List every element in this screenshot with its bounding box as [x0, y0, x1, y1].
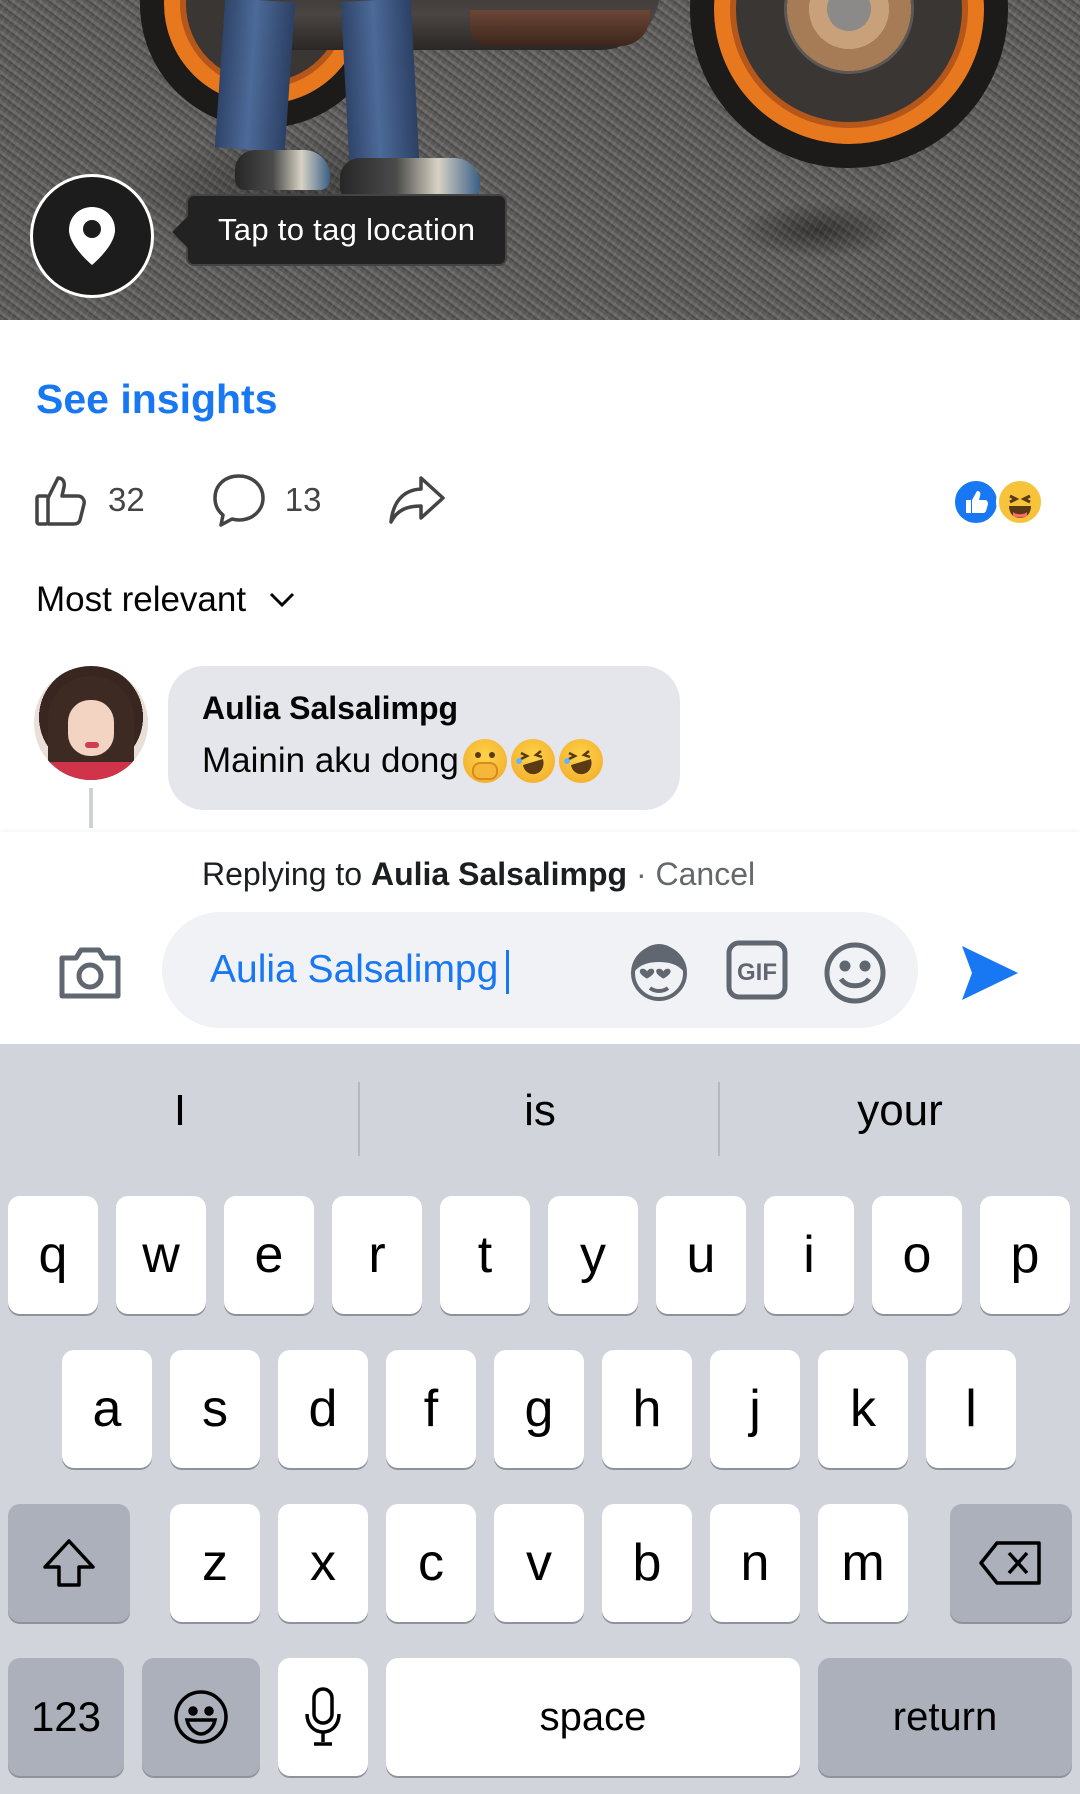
motorcycle-exhaust [470, 10, 650, 46]
comment-input[interactable]: Aulia Salsalimpg GIF [162, 912, 918, 1028]
shift-arrow-icon [43, 1539, 95, 1587]
backspace-icon [979, 1541, 1041, 1585]
replying-to-bar: Replying to Aulia Salsalimpg · Cancel [202, 856, 755, 893]
comment-sort-dropdown[interactable]: Most relevant [36, 580, 296, 620]
likes-count: 32 [108, 481, 145, 518]
sort-label: Most relevant [36, 580, 247, 619]
suggestion-2[interactable]: is [360, 1086, 720, 1136]
see-insights-link[interactable]: See insights [36, 376, 278, 423]
key-h[interactable]: h [602, 1350, 692, 1468]
location-pin-icon [69, 207, 115, 265]
comment-bubble[interactable]: Aulia Salsalimpg Mainin aku dong [168, 666, 680, 810]
send-icon [962, 946, 1018, 1000]
comment-icon [212, 474, 265, 527]
tag-location-button[interactable] [30, 174, 154, 298]
dictation-key[interactable] [278, 1658, 368, 1776]
suggestion-3[interactable]: your [720, 1086, 1080, 1136]
key-i[interactable]: i [764, 1196, 854, 1314]
share-button[interactable] [387, 472, 447, 528]
return-key[interactable]: return [818, 1658, 1072, 1776]
tag-location-tooltip[interactable]: Tap to tag location [171, 194, 508, 266]
share-icon [389, 476, 446, 524]
key-x[interactable]: x [278, 1504, 368, 1622]
rolling-laughing-emoji [510, 739, 555, 783]
like-reaction-icon [952, 478, 1000, 526]
emoji-button[interactable] [822, 940, 888, 1011]
gif-label: GIF [737, 959, 777, 986]
post-photo[interactable]: Tap to tag location [0, 0, 1080, 320]
key-p[interactable]: p [980, 1196, 1070, 1314]
camera-button[interactable] [56, 942, 124, 1007]
comment-text-row: Mainin aku dong [202, 739, 646, 783]
haha-reaction-icon [996, 478, 1044, 526]
space-key[interactable]: space [386, 1658, 800, 1776]
replying-separator: · [635, 856, 647, 892]
send-button[interactable] [958, 942, 1022, 1009]
cancel-reply-button[interactable]: Cancel [656, 856, 756, 892]
key-o[interactable]: o [872, 1196, 962, 1314]
key-r[interactable]: r [332, 1196, 422, 1314]
key-y[interactable]: y [548, 1196, 638, 1314]
text-caret [506, 949, 510, 994]
system-keyboard: I is your q w e r t y u i o p a s d f g … [0, 1044, 1080, 1794]
suggestion-1[interactable]: I [0, 1086, 360, 1136]
key-l[interactable]: l [926, 1350, 1016, 1468]
key-k[interactable]: k [818, 1350, 908, 1468]
reactions-summary[interactable] [952, 478, 1048, 526]
comment-button[interactable]: 13 [211, 472, 322, 528]
commenter-avatar[interactable] [34, 666, 148, 780]
key-d[interactable]: d [278, 1350, 368, 1468]
key-a[interactable]: a [62, 1350, 152, 1468]
reply-composer: Replying to Aulia Salsalimpg · Cancel Au… [0, 832, 1080, 1044]
key-t[interactable]: t [440, 1196, 530, 1314]
key-m[interactable]: m [818, 1504, 908, 1622]
gif-icon: GIF [726, 940, 788, 1000]
key-e[interactable]: e [224, 1196, 314, 1314]
chevron-down-icon [270, 592, 295, 608]
key-v[interactable]: v [494, 1504, 584, 1622]
key-u[interactable]: u [656, 1196, 746, 1314]
numbers-key[interactable]: 123 [8, 1658, 124, 1776]
avatar-sticker-icon [631, 943, 687, 1001]
key-c[interactable]: c [386, 1504, 476, 1622]
key-f[interactable]: f [386, 1350, 476, 1468]
replying-prefix: Replying to [202, 856, 363, 892]
comment-input-value[interactable]: Aulia Salsalimpg [210, 948, 510, 994]
person-leg [214, 0, 296, 153]
key-w[interactable]: w [116, 1196, 206, 1314]
thread-line [89, 788, 93, 828]
like-icon [35, 476, 86, 526]
key-q[interactable]: q [8, 1196, 98, 1314]
key-g[interactable]: g [494, 1350, 584, 1468]
like-button[interactable]: 32 [34, 472, 145, 528]
smiley-icon [824, 942, 886, 1004]
person-shoe [235, 150, 330, 190]
emoji-keyboard-key[interactable] [142, 1658, 260, 1776]
avatar-sticker-button[interactable] [626, 940, 692, 1007]
key-s[interactable]: s [170, 1350, 260, 1468]
gif-button[interactable]: GIF [726, 940, 788, 1005]
rolling-laughing-emoji [558, 739, 603, 783]
camera-icon [59, 947, 121, 999]
shift-key[interactable] [8, 1504, 130, 1622]
comments-count: 13 [284, 481, 322, 518]
key-j[interactable]: j [710, 1350, 800, 1468]
key-n[interactable]: n [710, 1504, 800, 1622]
key-b[interactable]: b [602, 1504, 692, 1622]
comment-text: Mainin aku dong [202, 741, 459, 780]
face-with-hand-over-mouth-emoji [462, 739, 507, 783]
person-shoe [340, 158, 480, 198]
tag-location-label: Tap to tag location [218, 212, 476, 247]
key-z[interactable]: z [170, 1504, 260, 1622]
emoji-keyboard-icon [174, 1690, 228, 1744]
person-leg [340, 0, 420, 162]
replying-to-name: Aulia Salsalimpg [370, 856, 628, 892]
microphone-icon [305, 1687, 341, 1746]
backspace-key[interactable] [950, 1504, 1072, 1622]
comment-author[interactable]: Aulia Salsalimpg [202, 690, 646, 727]
predictive-bar: I is your [0, 1044, 1080, 1192]
post-action-bar: 32 13 [34, 470, 513, 530]
